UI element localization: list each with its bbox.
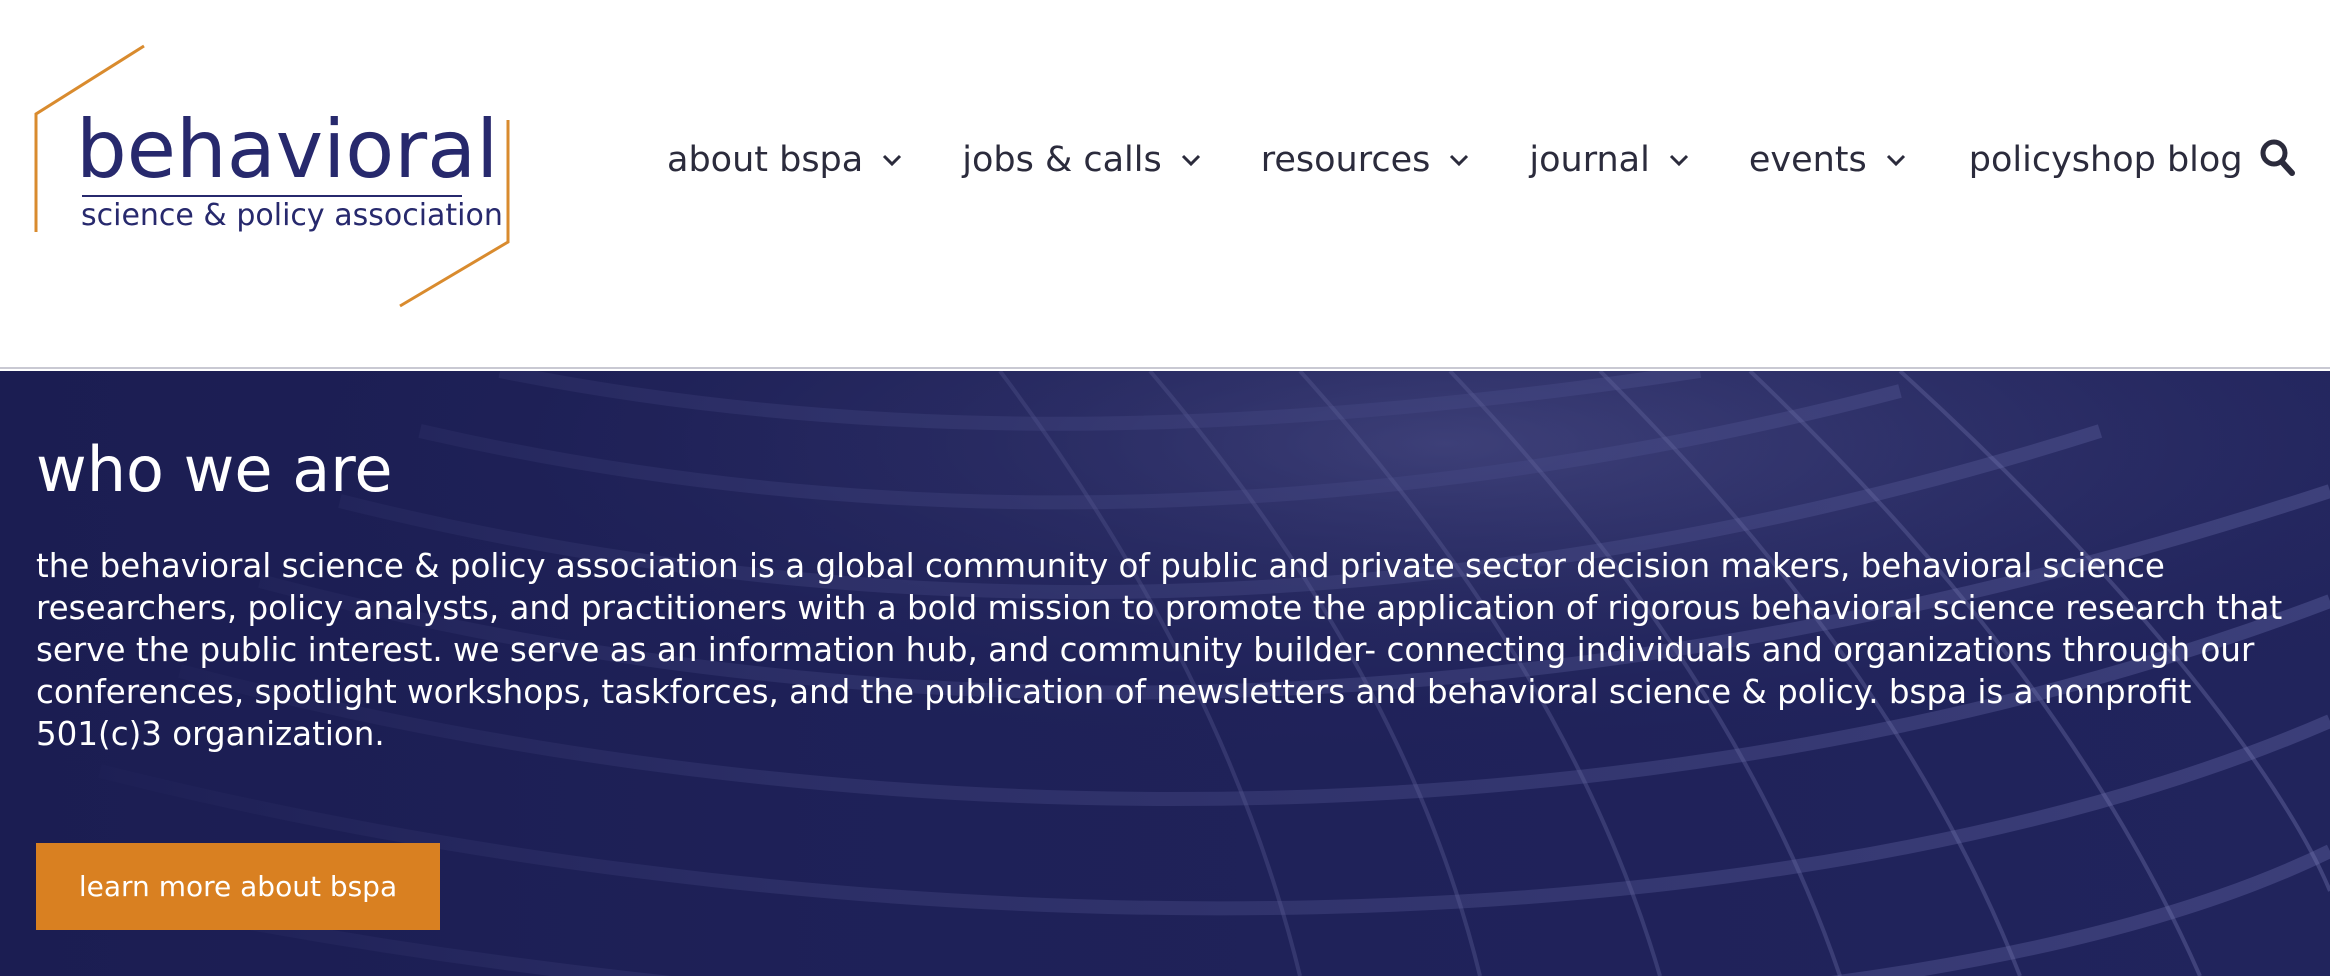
nav-item-policyshop-blog[interactable]: policyshop blog bbox=[1968, 139, 2243, 180]
learn-more-button[interactable]: learn more about bspa bbox=[36, 843, 440, 930]
chevron-down-icon bbox=[1886, 154, 1905, 167]
search-icon bbox=[2260, 139, 2295, 176]
nav-item-events[interactable]: events bbox=[1748, 139, 1907, 180]
search-button[interactable] bbox=[2259, 137, 2295, 177]
nav-item-label: about bspa bbox=[667, 139, 864, 180]
logo-title: behavioral bbox=[76, 103, 499, 196]
nav-item-label: resources bbox=[1260, 139, 1431, 180]
chevron-down-icon bbox=[1181, 154, 1200, 167]
hero-title: who we are bbox=[36, 433, 393, 506]
nav-item-resources[interactable]: resources bbox=[1260, 139, 1471, 180]
chevron-down-icon bbox=[883, 154, 902, 167]
nav-item-journal[interactable]: journal bbox=[1529, 139, 1689, 180]
chevron-down-icon bbox=[1669, 154, 1688, 167]
nav-item-jobs-calls[interactable]: jobs & calls bbox=[962, 139, 1202, 180]
nav-item-label: jobs & calls bbox=[962, 139, 1162, 180]
nav-item-label: policyshop blog bbox=[1968, 139, 2243, 180]
nav-item-about-bspa[interactable]: about bspa bbox=[667, 139, 903, 180]
nav-item-label: journal bbox=[1529, 139, 1650, 180]
nav-item-label: events bbox=[1748, 139, 1867, 180]
bspa-logo[interactable]: behavioral science & policy association bbox=[34, 44, 512, 308]
who-we-are-hero: who we are the behavioral science & poli… bbox=[0, 371, 2330, 976]
logo-subtitle: science & policy association bbox=[81, 198, 503, 233]
site-header: behavioral science & policy association … bbox=[0, 0, 2330, 369]
main-nav: about bspa jobs & calls resources journa… bbox=[667, 134, 2302, 186]
chevron-down-icon bbox=[1450, 154, 1469, 167]
hero-description: the behavioral science & policy associat… bbox=[36, 547, 2283, 753]
